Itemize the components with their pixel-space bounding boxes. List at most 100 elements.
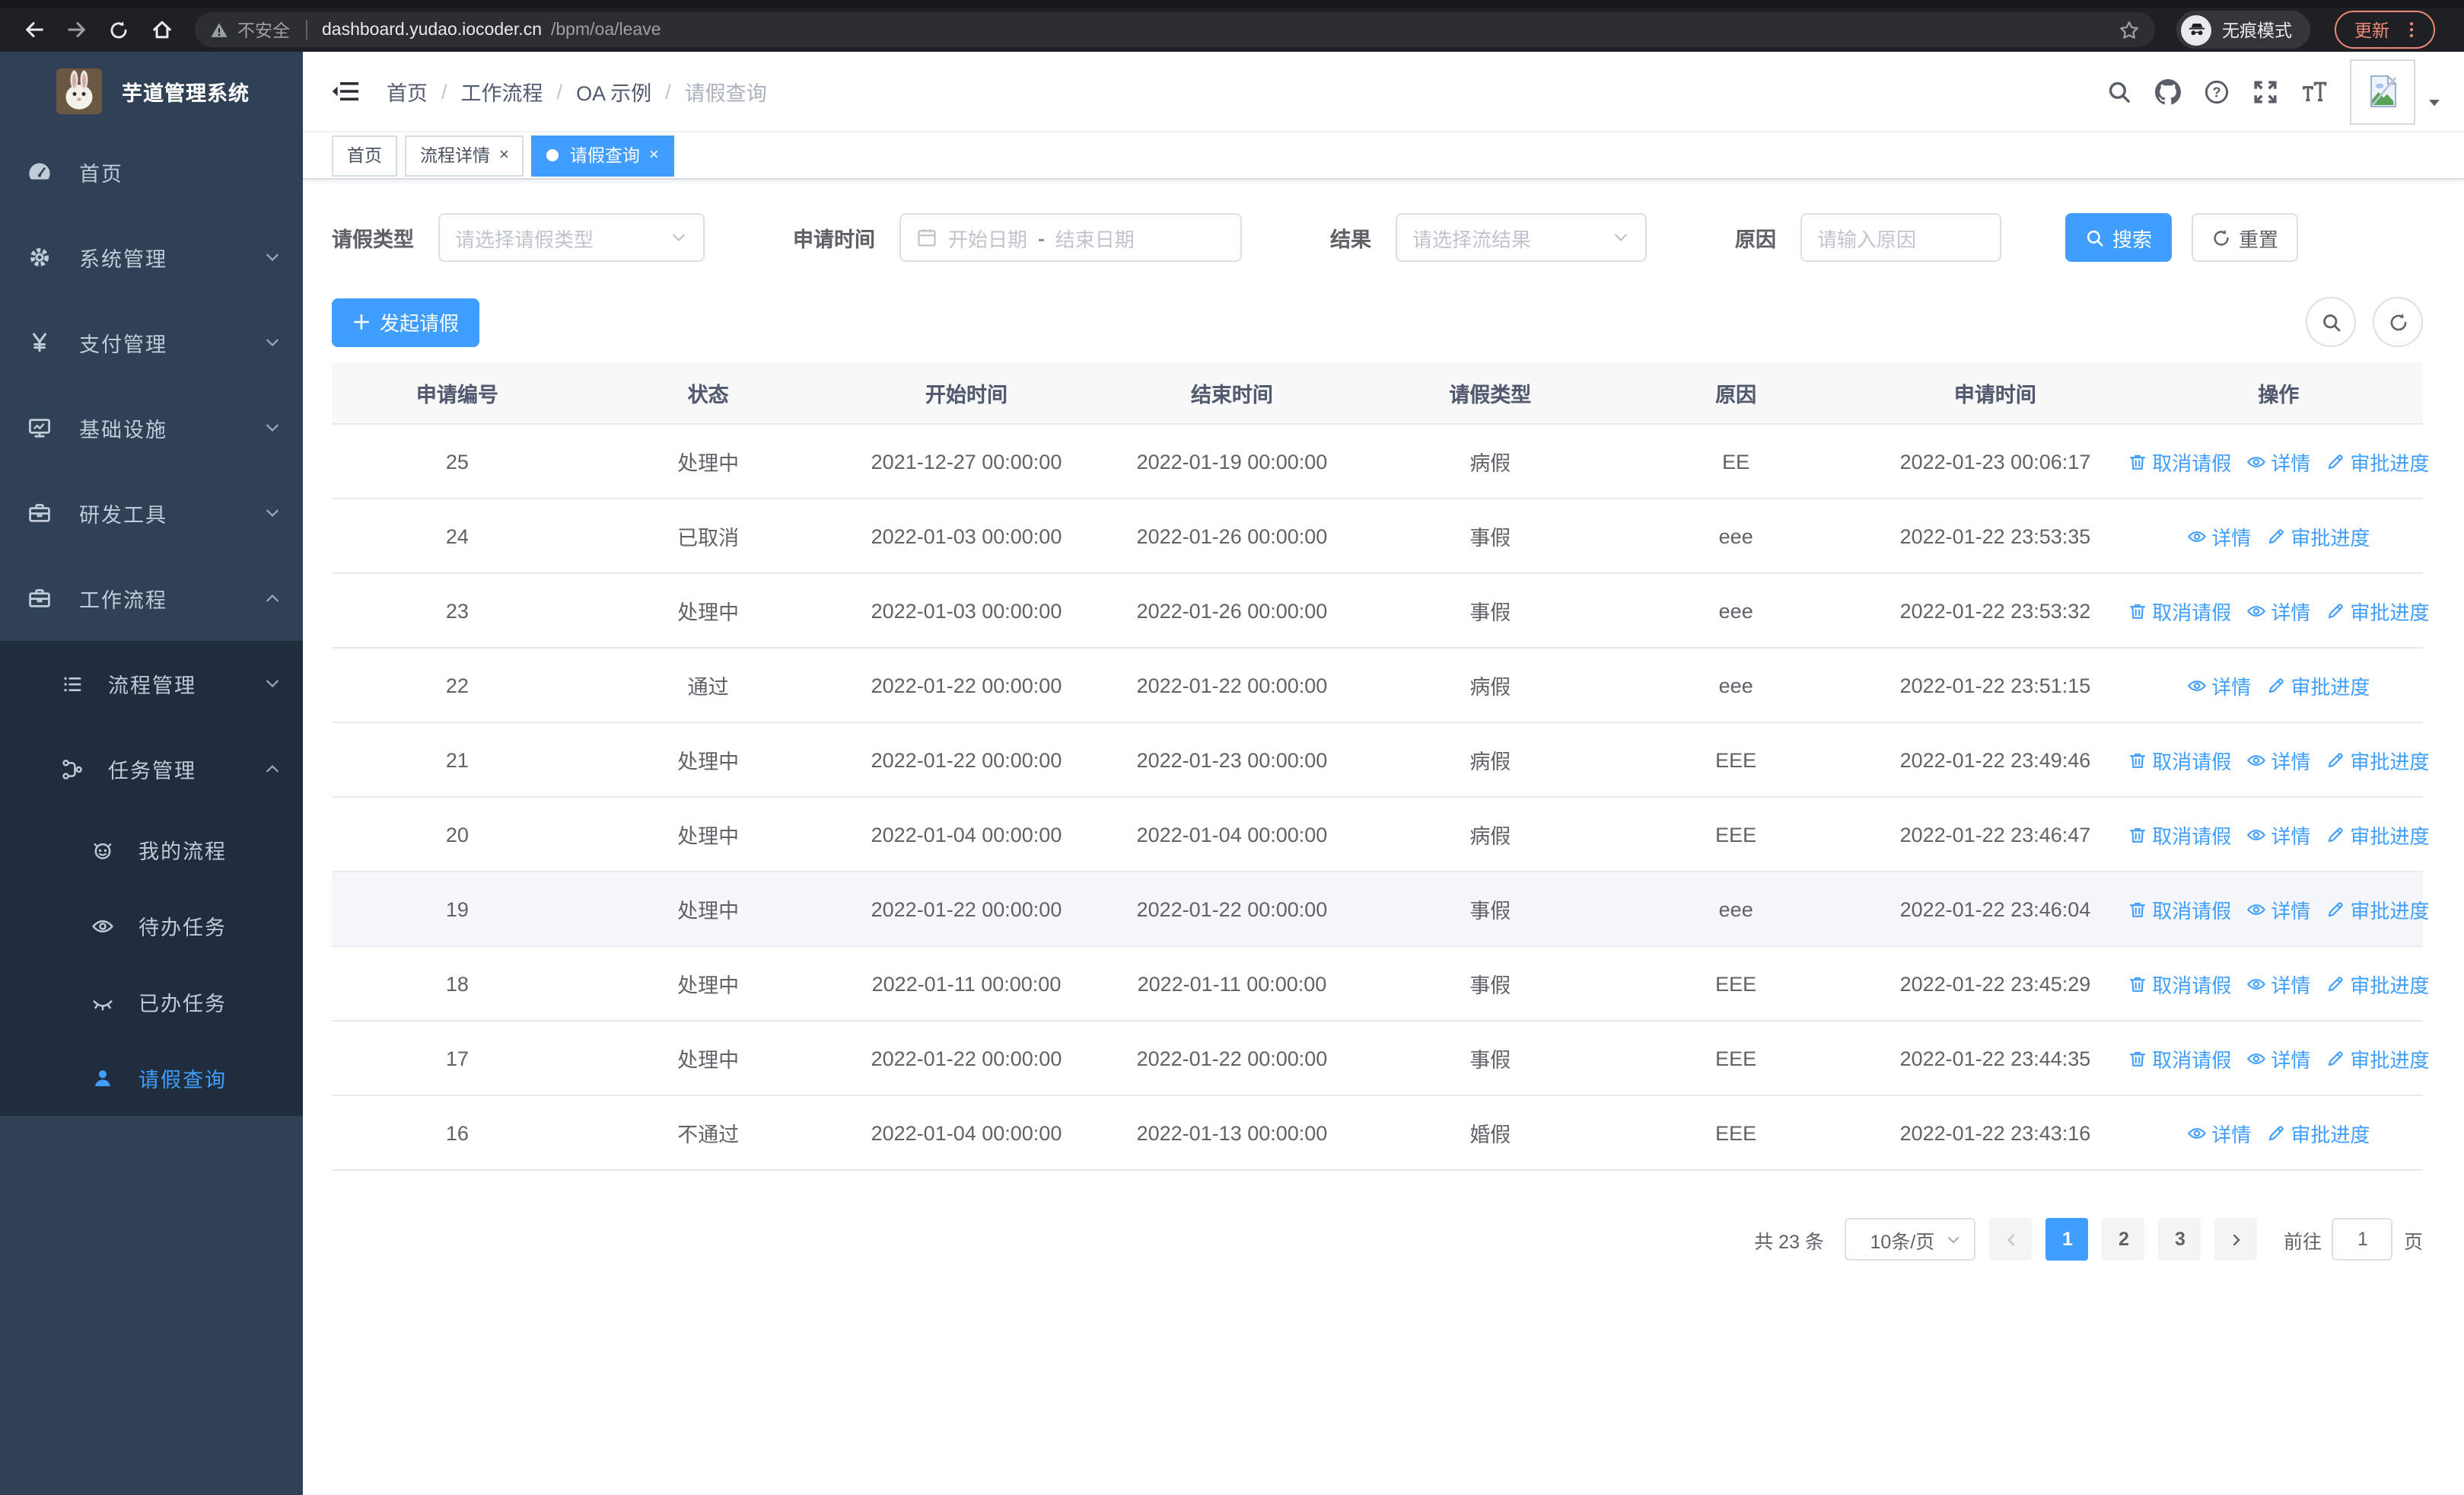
sidebar-item-已办任务[interactable]: 已办任务 xyxy=(0,964,303,1040)
sidebar-item-工作流程[interactable]: 工作流程 xyxy=(0,556,303,641)
action-label: 取消请假 xyxy=(2152,451,2232,474)
cell-end: 2022-01-23 00:00:00 xyxy=(1099,722,1365,798)
progress-action-link[interactable]: 审批进度 xyxy=(2326,447,2429,476)
browser-back-button[interactable] xyxy=(15,11,52,48)
cancel-action-link[interactable]: 取消请假 xyxy=(2128,745,2231,774)
progress-action-link[interactable]: 审批进度 xyxy=(2326,596,2429,625)
help-icon[interactable] xyxy=(2192,67,2240,116)
create-leave-button[interactable]: 发起请假 xyxy=(332,298,479,346)
github-icon[interactable] xyxy=(2143,67,2192,116)
reset-button[interactable]: 重置 xyxy=(2192,213,2298,262)
page-2-button[interactable]: 2 xyxy=(2102,1218,2145,1261)
goto-label: 前往 xyxy=(2283,1231,2322,1252)
sidebar-item-系统管理[interactable]: 系统管理 xyxy=(0,215,303,300)
user-menu-caret-icon[interactable] xyxy=(2426,94,2443,110)
header-search-icon[interactable] xyxy=(2094,67,2143,116)
tag-首页[interactable]: 首页 xyxy=(332,135,397,176)
sidebar-item-请假查询[interactable]: 请假查询 xyxy=(0,1040,303,1116)
page-3-button[interactable]: 3 xyxy=(2158,1218,2201,1261)
refresh-icon xyxy=(2211,228,2231,247)
detail-action-link[interactable]: 详情 xyxy=(2187,671,2251,700)
column-header: 申请编号 xyxy=(332,362,583,425)
close-icon[interactable]: × xyxy=(649,146,659,164)
detail-action-link[interactable]: 详情 xyxy=(2246,447,2310,476)
tag-请假查询[interactable]: 请假查询 × xyxy=(531,135,674,176)
action-label: 详情 xyxy=(2271,451,2311,474)
user-icon xyxy=(91,1066,114,1089)
cancel-action-link[interactable]: 取消请假 xyxy=(2128,894,2231,923)
sidebar-item-我的流程[interactable]: 我的流程 xyxy=(0,811,303,888)
browser-home-button[interactable] xyxy=(143,11,180,48)
sidebar-item-研发工具[interactable]: 研发工具 xyxy=(0,470,303,556)
sidebar-item-任务管理[interactable]: 任务管理 xyxy=(0,726,303,811)
leave-type-label: 请假类型 xyxy=(332,228,414,251)
page-1-button[interactable]: 1 xyxy=(2045,1218,2089,1261)
briefcase-icon xyxy=(27,501,52,525)
detail-action-link[interactable]: 详情 xyxy=(2246,969,2310,998)
breadcrumb-item: 请假查询 xyxy=(684,82,767,105)
browser-menu-icon[interactable] xyxy=(2402,20,2421,40)
prev-page-button[interactable] xyxy=(1989,1218,2033,1261)
reason-input[interactable]: 请输入原因 xyxy=(1800,213,2001,262)
font-size-icon[interactable] xyxy=(2289,67,2338,116)
search-button[interactable]: 搜索 xyxy=(2065,213,2172,262)
breadcrumb-item[interactable]: OA 示例 xyxy=(576,76,651,107)
table-row: 22 通过 2022-01-22 00:00:00 2022-01-22 00:… xyxy=(332,648,2423,723)
breadcrumb-item[interactable]: 首页 xyxy=(387,76,428,107)
progress-action-link[interactable]: 审批进度 xyxy=(2266,671,2370,700)
action-label: 详情 xyxy=(2271,824,2311,847)
filter-form: 请假类型 请选择请假类型 申请时间 开始日期 - 结束日期 结果 请选择流结果 … xyxy=(332,213,2423,262)
bookmark-star-icon[interactable] xyxy=(2119,19,2140,40)
fullscreen-icon[interactable] xyxy=(2240,67,2289,116)
table-refresh-button[interactable] xyxy=(2373,297,2423,347)
goto-page-input[interactable]: 1 xyxy=(2332,1218,2393,1261)
table-search-toggle-button[interactable] xyxy=(2306,297,2356,347)
detail-action-link[interactable]: 详情 xyxy=(2246,820,2310,849)
browser-forward-button[interactable] xyxy=(58,11,94,48)
progress-action-link[interactable]: 审批进度 xyxy=(2326,894,2429,923)
close-icon[interactable]: × xyxy=(499,146,509,164)
leave-type-select[interactable]: 请选择请假类型 xyxy=(438,213,705,262)
sidebar-item-待办任务[interactable]: 待办任务 xyxy=(0,888,303,964)
incognito-badge: 无痕模式 xyxy=(2176,11,2310,49)
apply-time-range-picker[interactable]: 开始日期 - 结束日期 xyxy=(899,213,1242,262)
browser-update-button[interactable]: 更新 xyxy=(2335,11,2435,49)
row-actions: 取消请假 详情 审批进度 xyxy=(2141,969,2429,998)
detail-action-link[interactable]: 详情 xyxy=(2246,1044,2310,1073)
breadcrumb-item[interactable]: 工作流程 xyxy=(461,76,543,107)
address-bar[interactable]: 不安全 dashboard.yudao.iocoder.cn/bpm/oa/le… xyxy=(195,12,2155,47)
detail-action-link[interactable]: 详情 xyxy=(2246,596,2310,625)
sidebar-item-基础设施[interactable]: 基础设施 xyxy=(0,385,303,470)
cancel-action-link[interactable]: 取消请假 xyxy=(2128,1044,2231,1073)
progress-action-link[interactable]: 审批进度 xyxy=(2326,745,2429,774)
cancel-action-link[interactable]: 取消请假 xyxy=(2128,969,2231,998)
cell-type: 事假 xyxy=(1364,1021,1616,1096)
progress-action-link[interactable]: 审批进度 xyxy=(2266,1118,2370,1147)
cancel-action-link[interactable]: 取消请假 xyxy=(2128,596,2231,625)
detail-action-link[interactable]: 详情 xyxy=(2187,521,2251,550)
browser-reload-button[interactable] xyxy=(100,11,137,48)
sidebar-collapse-icon[interactable] xyxy=(332,79,359,104)
result-select[interactable]: 请选择流结果 xyxy=(1396,213,1647,262)
action-label: 取消请假 xyxy=(2152,750,2232,773)
sidebar-item-支付管理[interactable]: 支付管理 xyxy=(0,300,303,385)
action-label: 详情 xyxy=(2271,750,2311,773)
page-size-select[interactable]: 10条/页 xyxy=(1845,1218,1976,1261)
monitor-icon xyxy=(27,416,52,440)
url-host: dashboard.yudao.iocoder.cn xyxy=(322,21,542,39)
next-page-button[interactable] xyxy=(2214,1218,2258,1261)
progress-action-link[interactable]: 审批进度 xyxy=(2266,521,2370,550)
detail-action-link[interactable]: 详情 xyxy=(2187,1118,2251,1147)
cancel-action-link[interactable]: 取消请假 xyxy=(2128,447,2231,476)
menu-item-label: 工作流程 xyxy=(79,589,167,612)
detail-action-link[interactable]: 详情 xyxy=(2246,745,2310,774)
tag-流程详情[interactable]: 流程详情 × xyxy=(405,135,524,176)
detail-action-link[interactable]: 详情 xyxy=(2246,894,2310,923)
user-avatar[interactable] xyxy=(2350,59,2415,124)
sidebar-item-流程管理[interactable]: 流程管理 xyxy=(0,641,303,726)
sidebar-item-首页[interactable]: 首页 xyxy=(0,129,303,215)
cancel-action-link[interactable]: 取消请假 xyxy=(2128,820,2231,849)
progress-action-link[interactable]: 审批进度 xyxy=(2326,969,2429,998)
progress-action-link[interactable]: 审批进度 xyxy=(2326,820,2429,849)
progress-action-link[interactable]: 审批进度 xyxy=(2326,1044,2429,1073)
